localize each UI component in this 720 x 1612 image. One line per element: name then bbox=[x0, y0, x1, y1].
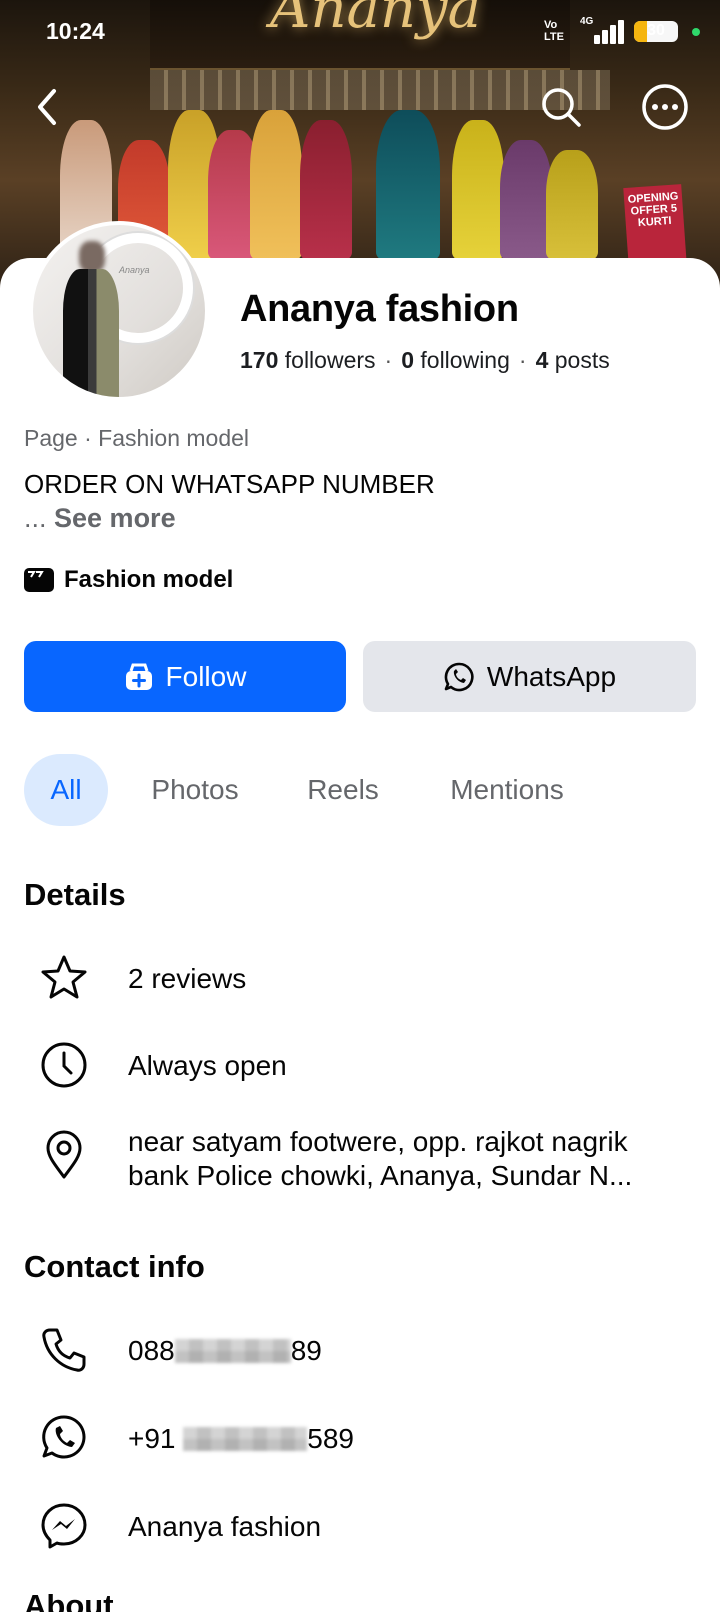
category-chip: Fashion model bbox=[24, 566, 233, 594]
volte-indicator: Vo LTE bbox=[544, 19, 564, 43]
search-icon bbox=[542, 88, 581, 127]
profile-stats: 170 followers · 0 following · 4 posts bbox=[240, 347, 610, 373]
following-link[interactable]: 0 following bbox=[401, 347, 510, 373]
page-title: Ananya fashion bbox=[240, 288, 519, 330]
battery-icon: 30 bbox=[634, 21, 678, 42]
dress-mannequin bbox=[300, 120, 352, 260]
hours-text: Always open bbox=[128, 1050, 287, 1081]
dress-mannequin bbox=[376, 110, 440, 260]
battery-level: 30 bbox=[647, 22, 665, 39]
avatar-logo-text: Ananya bbox=[119, 265, 150, 275]
messenger-icon bbox=[38, 1500, 90, 1552]
status-bar: 10:24 Vo LTE 4G 30 bbox=[0, 0, 720, 64]
signal-icon bbox=[594, 20, 626, 44]
whatsapp-button[interactable]: WhatsApp bbox=[363, 641, 696, 712]
more-options-button[interactable] bbox=[640, 82, 690, 132]
clapperboard-icon bbox=[24, 568, 54, 592]
whatsapp-number: +91 589 bbox=[128, 1423, 354, 1454]
dress-mannequin bbox=[250, 110, 302, 260]
tab-mentions[interactable]: Mentions bbox=[428, 754, 586, 826]
location-pin-icon bbox=[38, 1129, 90, 1181]
avatar-figure bbox=[63, 269, 119, 397]
follow-button-label: Follow bbox=[165, 660, 247, 692]
redacted-digits bbox=[174, 1339, 291, 1363]
tab-photos[interactable]: Photos bbox=[136, 754, 254, 826]
status-time: 10:24 bbox=[46, 18, 105, 44]
more-horizontal-icon bbox=[642, 84, 688, 130]
star-icon bbox=[38, 952, 90, 1004]
phone-icon bbox=[38, 1324, 90, 1376]
details-heading: Details bbox=[24, 877, 126, 912]
followers-link[interactable]: 170 followers bbox=[240, 347, 376, 373]
page-category: Page · Fashion model bbox=[24, 425, 250, 451]
about-heading: About bbox=[24, 1588, 114, 1612]
privacy-dot-indicator bbox=[692, 28, 700, 36]
dress-mannequin bbox=[546, 150, 598, 260]
whatsapp-button-label: WhatsApp bbox=[486, 660, 617, 692]
messenger-name: Ananya fashion bbox=[128, 1511, 322, 1542]
search-button[interactable] bbox=[536, 82, 586, 132]
clock-icon bbox=[38, 1039, 90, 1091]
profile-avatar[interactable]: Ananya bbox=[29, 221, 209, 401]
tab-reels[interactable]: Reels bbox=[294, 754, 392, 826]
reviews-text: 2 reviews bbox=[128, 963, 247, 994]
follow-page-icon bbox=[124, 662, 154, 692]
follow-button[interactable]: Follow bbox=[24, 641, 346, 712]
dress-mannequin bbox=[452, 120, 504, 260]
dress-mannequin bbox=[500, 140, 552, 260]
tab-all[interactable]: All bbox=[24, 754, 108, 826]
phone-number: 088 89 bbox=[128, 1335, 322, 1366]
contact-info-heading: Contact info bbox=[24, 1249, 205, 1284]
opening-offer-sign: OPENING OFFER 5 KURTI bbox=[623, 184, 687, 268]
see-more-link[interactable]: ... See more bbox=[24, 503, 176, 534]
category-chip-label: Fashion model bbox=[64, 566, 234, 593]
profile-card bbox=[0, 258, 720, 1612]
address-text: near satyam footwere, opp. rajkot nagrik… bbox=[128, 1126, 633, 1191]
posts-count: 4 posts bbox=[535, 347, 610, 373]
page-bio: ORDER ON WHATSAPP NUMBER bbox=[24, 469, 435, 499]
whatsapp-icon bbox=[443, 661, 475, 693]
redacted-digits bbox=[183, 1427, 308, 1451]
back-button[interactable] bbox=[22, 82, 72, 132]
chevron-left-icon bbox=[38, 89, 56, 125]
whatsapp-icon bbox=[38, 1412, 90, 1464]
network-type: 4G bbox=[580, 16, 594, 27]
